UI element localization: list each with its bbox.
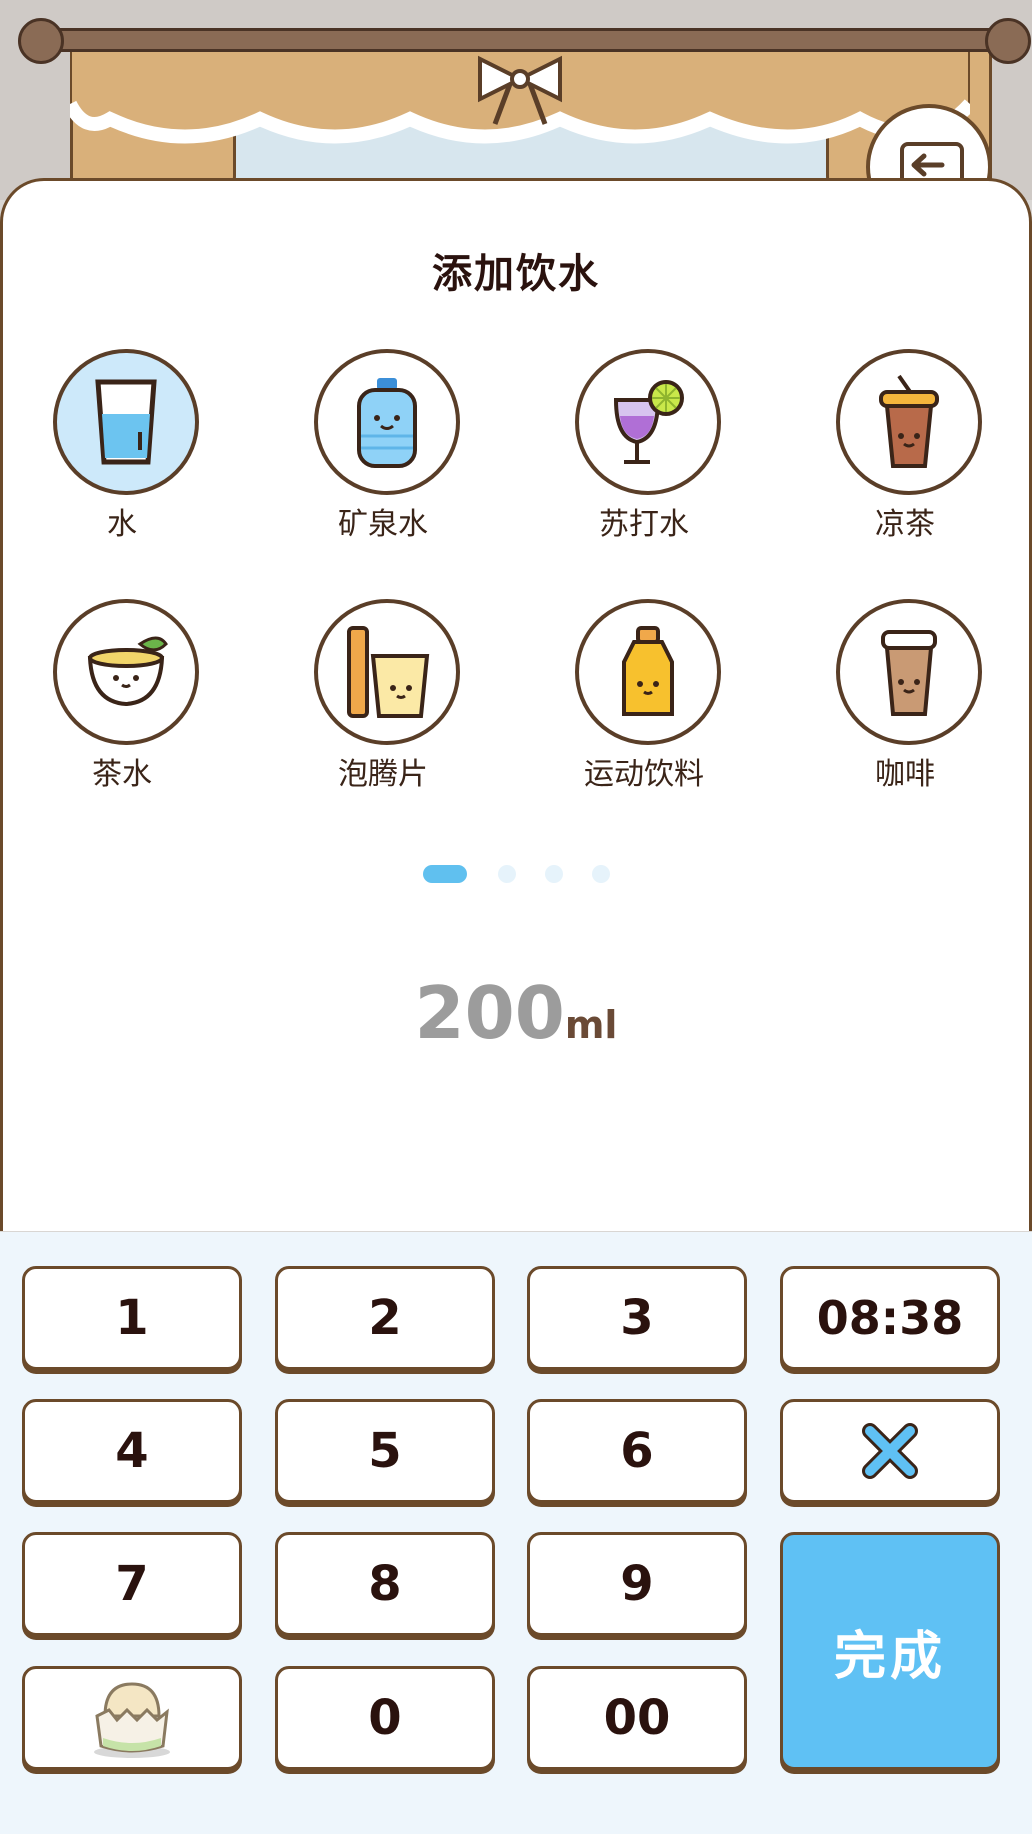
clear-button[interactable] <box>780 1399 1000 1503</box>
key-9[interactable]: 9 <box>527 1532 747 1636</box>
drink-option-mineral-water[interactable]: 矿泉水 <box>276 349 476 559</box>
window-curtain-scene <box>0 0 1032 200</box>
page-indicator <box>423 865 623 885</box>
drink-label: 苏打水 <box>599 507 689 542</box>
page-dot[interactable] <box>498 865 516 883</box>
drink-label: 矿泉水 <box>338 507 428 542</box>
egg-mascot-icon <box>94 1682 170 1758</box>
key-3[interactable]: 3 <box>527 1266 747 1370</box>
key-00[interactable]: 00 <box>527 1666 747 1770</box>
key-0[interactable]: 0 <box>275 1666 495 1770</box>
page-dot[interactable] <box>592 865 610 883</box>
tea-cup-icon <box>53 599 199 745</box>
key-7[interactable]: 7 <box>22 1532 242 1636</box>
amount-display: 200ml <box>3 971 1029 1055</box>
panel-title: 添加饮水 <box>432 251 600 297</box>
add-drink-panel: 添加饮水 水 矿泉水 苏打水 凉茶 茶水 泡腾片 运动饮料 咖啡 200ml <box>0 178 1032 1231</box>
drink-option-sports-drink[interactable]: 运动饮料 <box>537 599 737 809</box>
effervescent-tablet-icon <box>314 599 460 745</box>
curtain-rod-end <box>18 18 64 64</box>
key-2[interactable]: 2 <box>275 1266 495 1370</box>
mineral-water-bottle-icon <box>314 349 460 495</box>
done-button[interactable]: 完成 <box>780 1532 1000 1770</box>
drink-label: 咖啡 <box>875 757 935 792</box>
time-picker-button[interactable]: 08:38 <box>780 1266 1000 1370</box>
key-5[interactable]: 5 <box>275 1399 495 1503</box>
key-4[interactable]: 4 <box>22 1399 242 1503</box>
drink-label: 泡腾片 <box>338 757 428 792</box>
drink-option-effervescent-tablet[interactable]: 泡腾片 <box>276 599 476 809</box>
drink-option-tea[interactable]: 茶水 <box>15 599 215 809</box>
drink-option-water[interactable]: 水 <box>15 349 215 559</box>
drink-label: 凉茶 <box>875 507 935 542</box>
sports-drink-bottle-icon <box>575 599 721 745</box>
mascot-button[interactable] <box>22 1666 242 1770</box>
drink-option-soda[interactable]: 苏打水 <box>537 349 737 559</box>
page-dot-active[interactable] <box>423 865 467 883</box>
curtain-rod-end <box>985 18 1031 64</box>
drink-option-coffee[interactable]: 咖啡 <box>798 599 998 809</box>
key-8[interactable]: 8 <box>275 1532 495 1636</box>
drink-label: 运动饮料 <box>584 757 704 792</box>
clear-x-icon <box>862 1423 918 1479</box>
amount-unit: ml <box>564 1003 618 1047</box>
amount-value: 200 <box>414 971 565 1055</box>
key-6[interactable]: 6 <box>527 1399 747 1503</box>
drink-label: 茶水 <box>92 757 152 792</box>
key-1[interactable]: 1 <box>22 1266 242 1370</box>
drink-option-iced-tea[interactable]: 凉茶 <box>798 349 998 559</box>
numeric-keypad: 1 2 3 08:38 4 5 6 7 8 9 完成 0 00 <box>0 1232 1032 1834</box>
page-dot[interactable] <box>545 865 563 883</box>
soda-glass-icon <box>575 349 721 495</box>
drink-label: 水 <box>107 507 137 542</box>
curtain-rod <box>20 28 1016 52</box>
iced-tea-cup-icon <box>836 349 982 495</box>
curtain-valance <box>70 44 970 144</box>
water-glass-icon <box>53 349 199 495</box>
coffee-cup-icon <box>836 599 982 745</box>
